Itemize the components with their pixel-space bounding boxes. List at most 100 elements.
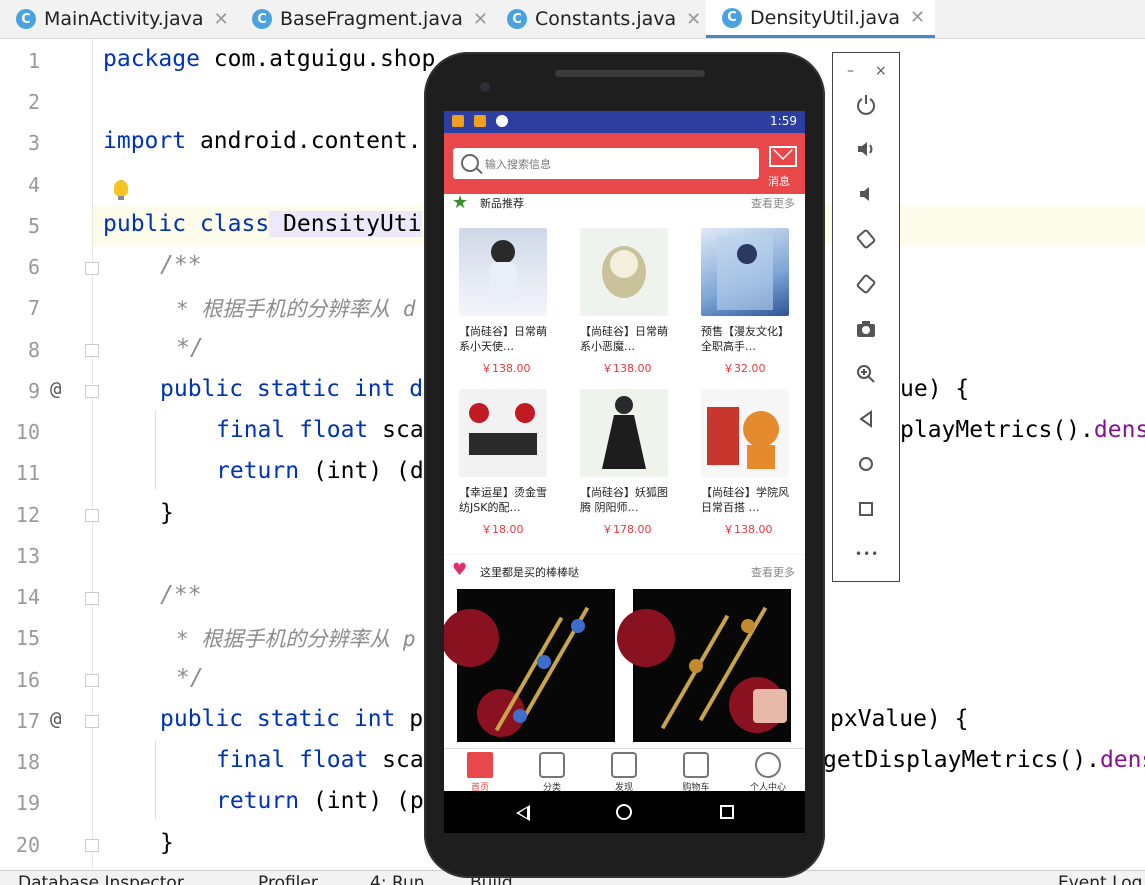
code-line-18-tail[interactable]: getDisplayMetrics().dens: [823, 747, 1145, 773]
gem: [537, 655, 551, 669]
indent-guide: [155, 410, 156, 490]
fold-toggle[interactable]: [85, 509, 99, 522]
tool-run[interactable]: 4: Run: [370, 873, 425, 885]
code-line-3[interactable]: import android.content.: [103, 128, 422, 154]
code-line-1[interactable]: package com.atguigu.shop: [103, 46, 435, 72]
code-line-9[interactable]: public static int d: [160, 376, 423, 402]
hot-product-image[interactable]: [444, 589, 615, 742]
nav-cart[interactable]: 购物车: [660, 749, 732, 791]
fold-toggle[interactable]: [85, 674, 99, 687]
camera-icon[interactable]: [855, 318, 877, 340]
overview-icon[interactable]: [855, 498, 877, 520]
fold-toggle[interactable]: [85, 385, 99, 398]
fold-toggle[interactable]: [85, 344, 99, 357]
tab-constants[interactable]: C Constants.java ✕: [491, 0, 701, 38]
line-number: 6: [27, 255, 40, 279]
code-line-10-tail[interactable]: playMetrics().dens: [900, 417, 1145, 443]
close-icon[interactable]: ✕: [910, 7, 925, 28]
heart-icon: ♥: [452, 560, 468, 580]
code-line-12[interactable]: }: [160, 500, 174, 526]
nav-home[interactable]: 首页: [444, 749, 516, 791]
nav-discover[interactable]: 发现: [588, 749, 660, 791]
nav-profile[interactable]: 个人中心: [732, 749, 804, 791]
search-icon: [461, 154, 479, 172]
fold-toggle[interactable]: [85, 262, 99, 275]
product-image: [580, 228, 668, 316]
home-icon[interactable]: [855, 453, 877, 475]
code-line-17[interactable]: public static int p: [160, 706, 423, 732]
close-icon[interactable]: ×: [875, 63, 887, 79]
line-number: 9: [27, 379, 40, 403]
code-line-17-tail[interactable]: pxValue) {: [830, 706, 968, 732]
home-circle-icon[interactable]: [616, 804, 632, 820]
nav-category[interactable]: 分类: [516, 749, 588, 791]
zoom-icon[interactable]: [855, 363, 877, 385]
fold-toggle[interactable]: [85, 715, 99, 728]
minimize-icon[interactable]: –: [847, 63, 854, 79]
tab-label: Constants.java: [535, 8, 677, 30]
product-price: ￥138.00: [481, 362, 531, 375]
tab-label: MainActivity.java: [44, 8, 204, 30]
code-line-18[interactable]: final float sca: [216, 747, 424, 773]
tool-database-inspector[interactable]: Database Inspector: [18, 873, 184, 885]
code-line-19[interactable]: return (int) (p: [216, 788, 424, 814]
product-name: 预售【漫友文化】全职高手…: [701, 325, 789, 353]
fold-toggle[interactable]: [85, 839, 99, 852]
message-icon[interactable]: [769, 146, 797, 167]
cart-icon: [683, 752, 709, 778]
tab-basefragment[interactable]: C BaseFragment.java ✕: [236, 0, 488, 38]
tool-profiler[interactable]: Profiler: [258, 873, 318, 885]
code-line-15[interactable]: * 根据手机的分辨率从 p: [176, 623, 416, 653]
code-line-14[interactable]: /**: [160, 582, 202, 608]
more-icon[interactable]: •••: [855, 543, 878, 565]
back-icon[interactable]: [855, 408, 877, 430]
see-more-link[interactable]: 查看更多: [751, 195, 795, 211]
product-price: ￥178.00: [602, 523, 652, 536]
back-icon[interactable]: [516, 805, 530, 821]
power-icon[interactable]: [855, 93, 877, 115]
line-number: 4: [27, 173, 40, 197]
close-icon[interactable]: ✕: [686, 9, 701, 30]
device-screen[interactable]: 1:59 输入搜索信息 消息 ★ 新品推荐 查看更多 【尚硅谷】日常萌系小天使……: [444, 111, 805, 791]
recents-icon[interactable]: [720, 805, 734, 819]
hot-product-image[interactable]: [617, 589, 791, 742]
line-number: 17: [15, 709, 40, 733]
system-nav-bar: [444, 791, 805, 833]
tab-densityutil[interactable]: C DensityUtil.java ✕: [706, 0, 936, 38]
section-title: 新品推荐: [480, 197, 524, 210]
product-figure: [489, 240, 517, 304]
product-accessory: [469, 403, 537, 455]
override-marker[interactable]: @: [50, 378, 61, 400]
close-icon[interactable]: ✕: [473, 9, 488, 30]
code-line-9-tail[interactable]: ue) {: [900, 376, 969, 402]
volume-down-icon[interactable]: [855, 183, 877, 205]
grid-icon: [539, 752, 565, 778]
fold-toggle[interactable]: [85, 592, 99, 605]
override-marker[interactable]: @: [50, 708, 61, 730]
code-line-8[interactable]: */: [176, 335, 204, 361]
tool-event-log[interactable]: Event Log: [1058, 873, 1142, 885]
line-number: 12: [15, 503, 40, 527]
line-number: 3: [27, 131, 40, 155]
line-number: 15: [15, 626, 40, 650]
class-icon: C: [722, 7, 742, 28]
code-line-20[interactable]: }: [160, 830, 174, 856]
code-line-10[interactable]: final float sca: [216, 417, 424, 443]
code-line-16[interactable]: */: [176, 665, 204, 691]
close-icon[interactable]: ✕: [214, 9, 229, 30]
code-line-11[interactable]: return (int) (d: [216, 458, 424, 484]
code-line-6[interactable]: /**: [160, 252, 202, 278]
code-line-7[interactable]: * 根据手机的分辨率从 d: [176, 293, 416, 323]
see-more-link[interactable]: 查看更多: [751, 564, 795, 580]
message-label[interactable]: 消息: [768, 173, 790, 189]
search-input[interactable]: 输入搜索信息: [453, 148, 759, 179]
rotate-left-icon[interactable]: [855, 228, 877, 250]
rotate-right-icon[interactable]: [855, 273, 877, 295]
notification-icon: [474, 115, 486, 127]
lightbulb-icon[interactable]: [114, 180, 128, 200]
code-line-5[interactable]: public class DensityUti: [103, 211, 422, 237]
tab-mainactivity[interactable]: C MainActivity.java ✕: [0, 0, 229, 38]
editor-tab-bar: C MainActivity.java ✕ C BaseFragment.jav…: [0, 0, 1145, 39]
app-bottom-nav: 首页 分类 发现 购物车 个人中心: [444, 748, 805, 791]
volume-up-icon[interactable]: [855, 138, 877, 160]
